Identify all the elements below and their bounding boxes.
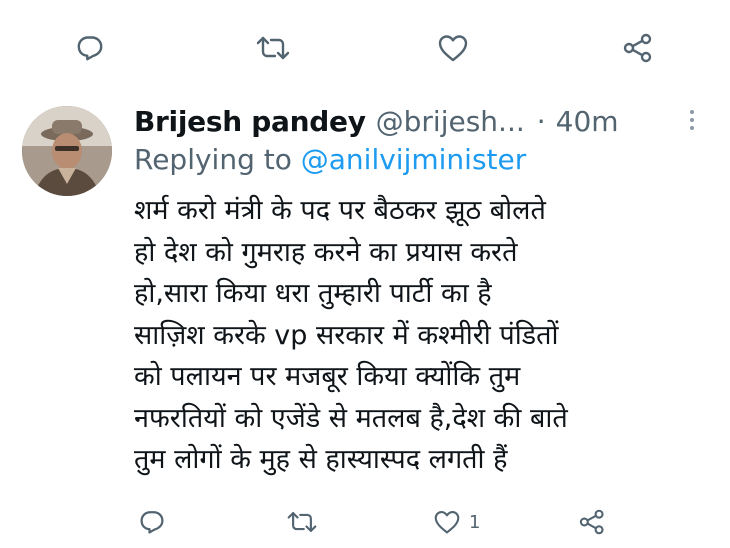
tweet-text-line: को पलायन पर मजबूर किया क्योंकि तुम [134, 361, 521, 392]
tweet-text-line: हो,सारा किया धरा तुम्हारी पार्टी का है [134, 278, 492, 309]
replying-to: Replying to @anilvijminister [134, 143, 526, 176]
replying-to-prefix: Replying to [134, 143, 292, 176]
avatar[interactable] [22, 106, 112, 196]
user-handle[interactable]: @brijesh... [376, 105, 525, 138]
replying-to-mention[interactable]: @anilvijminister [301, 143, 526, 176]
top-action-bar [0, 28, 730, 68]
share-icon [623, 33, 652, 63]
reply-icon [77, 36, 103, 61]
share-icon [579, 509, 604, 535]
tweet-text-line: हो देश को गुमराह करने का प्रयास करते [134, 236, 518, 268]
reply-button[interactable] [76, 28, 104, 68]
more-options-icon[interactable] [685, 108, 699, 136]
heart-icon [438, 35, 468, 62]
tweet-text-line: नफरतियों को एजेंडे से मतलब है,देश की बात… [134, 402, 568, 434]
tweet-header: Brijesh pandey @brijesh... · 40m [134, 98, 619, 144]
retweet-button[interactable] [255, 28, 291, 68]
like-button[interactable] [437, 28, 469, 68]
tweet-text-line: शर्म करो मंत्री के पद पर बैठकर झूठ बोलते [134, 195, 546, 226]
avatar-image [22, 106, 112, 196]
tweet-text: शर्म करो मंत्री के पद पर बैठकर झूठ बोलते… [134, 190, 724, 481]
reply-button[interactable] [139, 502, 165, 542]
like-count: 1 [469, 511, 481, 533]
like-button[interactable]: 1 [433, 502, 480, 542]
retweet-icon [256, 36, 290, 60]
share-button[interactable] [622, 28, 656, 68]
separator-dot: · [536, 104, 546, 138]
timestamp[interactable]: 40m [556, 105, 619, 138]
retweet-button[interactable] [286, 502, 318, 542]
share-button[interactable] [578, 502, 608, 542]
tweet-text-line: तुम लोगों के मुह से हास्यास्पद लगती हैं [134, 444, 508, 475]
heart-icon [434, 510, 460, 534]
display-name[interactable]: Brijesh pandey [134, 105, 366, 138]
tweet-action-bar: 1 [0, 502, 730, 542]
reply-icon [140, 511, 164, 534]
tweet-text-line: साज़िश करके vp सरकार में कश्मीरी पंडितों [134, 319, 559, 351]
retweet-icon [287, 512, 317, 532]
